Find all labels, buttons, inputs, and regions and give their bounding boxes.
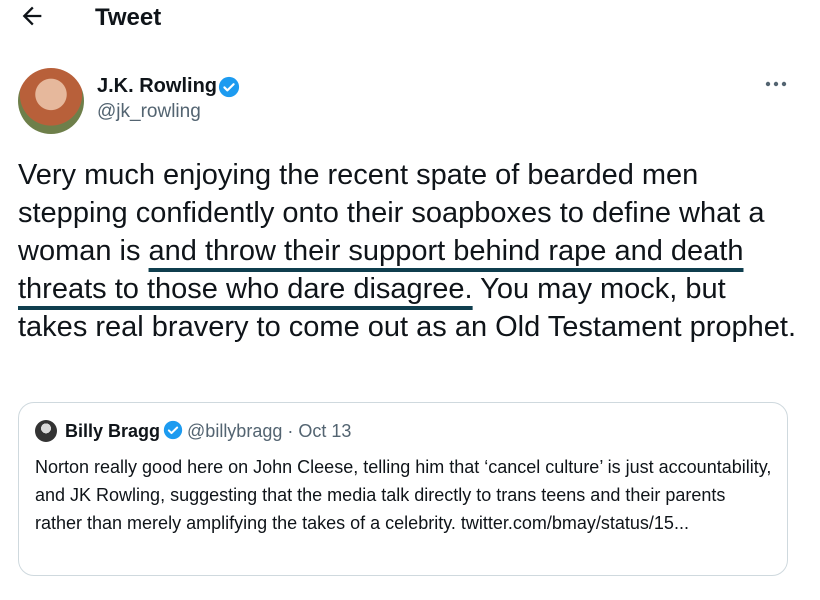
verified-badge-icon xyxy=(163,420,183,440)
author-name[interactable]: J.K. Rowling xyxy=(97,74,217,98)
arrow-left-icon[interactable] xyxy=(18,2,46,30)
quoted-tweet-card[interactable]: Billy Bragg @billybragg · Oct 13 Norton r… xyxy=(18,402,788,576)
author-handle[interactable]: @jk_rowling xyxy=(97,100,201,124)
more-horizontal-icon[interactable] xyxy=(762,74,790,94)
quote-author-name: Billy Bragg xyxy=(65,421,161,441)
quote-author-handle: @billybragg xyxy=(187,421,283,441)
tweet-author: J.K. Rowling @jk_rowling xyxy=(18,68,798,134)
verified-badge-icon xyxy=(218,76,240,98)
quote-date: Oct 13 xyxy=(298,421,352,441)
top-bar: Tweet xyxy=(0,0,820,44)
page-title: Tweet xyxy=(95,4,162,31)
quote-header: Billy Bragg @billybragg · Oct 13 xyxy=(65,419,351,443)
quote-text: Norton really good here on John Cleese, … xyxy=(35,457,772,533)
avatar[interactable] xyxy=(18,68,84,134)
tweet-text: Very much enjoying the recent spate of b… xyxy=(18,156,798,346)
quote-avatar xyxy=(35,420,57,442)
quote-separator: · xyxy=(287,421,294,441)
